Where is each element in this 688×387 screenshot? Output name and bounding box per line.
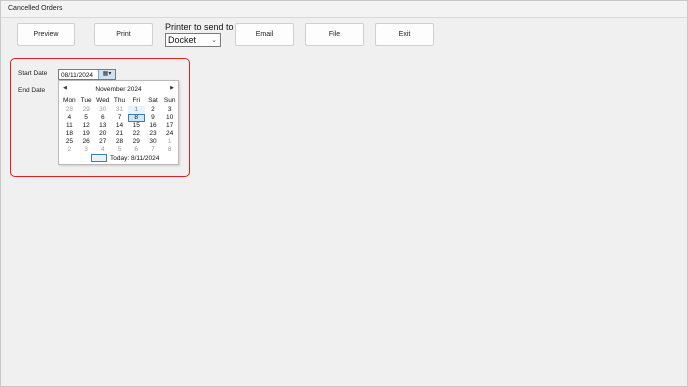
calendar-week: 18 19 20 21 22 23 24 bbox=[61, 130, 178, 138]
calendar-popup: ◀ November 2024 ▶ Mon Tue Wed Thu Fri Sa… bbox=[58, 80, 179, 165]
printer-label: Printer to send to bbox=[165, 22, 234, 32]
calendar-week: 2 3 4 5 6 7 8 bbox=[61, 146, 178, 154]
start-date-picker[interactable]: 08/11/2024 ▦▾ bbox=[58, 69, 116, 80]
calendar-header: ◀ November 2024 ▶ bbox=[59, 85, 178, 94]
end-date-label: End Date bbox=[18, 87, 46, 94]
calendar-day[interactable]: 21 bbox=[111, 130, 128, 138]
calendar-day[interactable]: 16 bbox=[145, 122, 162, 130]
calendar-day[interactable]: 10 bbox=[161, 114, 178, 122]
calendar-day[interactable]: 14 bbox=[111, 122, 128, 130]
title-bar: Cancelled Orders bbox=[1, 1, 687, 18]
printer-selected-value: Docket bbox=[168, 35, 197, 45]
calendar-day[interactable]: 18 bbox=[61, 130, 78, 138]
chevron-down-icon: ⌄ bbox=[211, 37, 217, 44]
calendar-day[interactable]: 1 bbox=[161, 138, 178, 146]
calendar-day[interactable]: 11 bbox=[61, 122, 78, 130]
email-button[interactable]: Email bbox=[235, 23, 294, 46]
calendar-day[interactable]: 3 bbox=[78, 146, 95, 154]
calendar-week: 25 26 27 28 29 30 1 bbox=[61, 138, 178, 146]
preview-button[interactable]: Preview bbox=[17, 23, 75, 46]
calendar-week: 4 5 6 7 8 9 10 bbox=[61, 114, 178, 122]
weekday-label: Sat bbox=[148, 97, 158, 104]
print-button[interactable]: Print bbox=[94, 23, 153, 46]
calendar-day[interactable]: 2 bbox=[145, 106, 162, 114]
weekday-label: Tue bbox=[80, 97, 92, 104]
calendar-day[interactable]: 7 bbox=[111, 114, 128, 122]
calendar-day[interactable]: 7 bbox=[145, 146, 162, 154]
calendar-day[interactable]: 31 bbox=[111, 106, 128, 114]
calendar-day[interactable]: 29 bbox=[128, 138, 145, 146]
calendar-day[interactable]: 1 bbox=[127, 106, 145, 114]
weekday-label: Wed bbox=[96, 97, 110, 104]
calendar-day[interactable]: 3 bbox=[161, 106, 178, 114]
calendar-day[interactable]: 24 bbox=[161, 130, 178, 138]
start-date-label: Start Date bbox=[18, 70, 48, 77]
calendar-day[interactable]: 6 bbox=[94, 114, 111, 122]
app-window: Cancelled Orders Preview Print Printer t… bbox=[0, 0, 688, 387]
calendar-day[interactable]: 25 bbox=[61, 138, 78, 146]
calendar-day[interactable]: 4 bbox=[61, 114, 78, 122]
weekday-label: Sun bbox=[163, 97, 176, 104]
today-marker-icon bbox=[91, 154, 107, 162]
calendar-day[interactable]: 30 bbox=[145, 138, 162, 146]
calendar-day[interactable]: 27 bbox=[94, 138, 111, 146]
calendar-day[interactable]: 2 bbox=[61, 146, 78, 154]
calendar-day[interactable]: 29 bbox=[78, 106, 95, 114]
calendar-week: 28 29 30 31 1 2 3 bbox=[61, 106, 178, 114]
calendar-day[interactable]: 9 bbox=[145, 114, 162, 122]
weekday-label: Fri bbox=[132, 97, 141, 104]
calendar-day[interactable]: 26 bbox=[78, 138, 95, 146]
calendar-day[interactable]: 13 bbox=[94, 122, 111, 130]
calendar-day[interactable]: 12 bbox=[78, 122, 95, 130]
calendar-day[interactable]: 5 bbox=[78, 114, 95, 122]
calendar-month-title: November 2024 bbox=[95, 86, 142, 93]
file-button[interactable]: File bbox=[305, 23, 364, 46]
calendar-day[interactable]: 15 bbox=[128, 122, 145, 130]
calendar-day[interactable]: 8 bbox=[161, 146, 178, 154]
calendar-day[interactable]: 19 bbox=[78, 130, 95, 138]
next-month-icon[interactable]: ▶ bbox=[170, 85, 174, 91]
calendar-day[interactable]: 30 bbox=[94, 106, 111, 114]
calendar-dropdown-icon[interactable]: ▦▾ bbox=[98, 70, 115, 79]
calendar-day[interactable]: 5 bbox=[111, 146, 128, 154]
calendar-day[interactable]: 6 bbox=[128, 146, 145, 154]
calendar-day[interactable]: 20 bbox=[94, 130, 111, 138]
calendar-day[interactable]: 17 bbox=[161, 122, 178, 130]
calendar-day-selected[interactable]: 8 bbox=[127, 114, 145, 122]
today-label: Today: 8/11/2024 bbox=[110, 154, 160, 162]
calendar-day[interactable]: 28 bbox=[61, 106, 78, 114]
window-title: Cancelled Orders bbox=[8, 5, 63, 12]
printer-select[interactable]: Docket ⌄ bbox=[165, 33, 221, 47]
weekday-label: Thu bbox=[113, 97, 126, 104]
calendar-day[interactable]: 23 bbox=[145, 130, 162, 138]
calendar-day[interactable]: 28 bbox=[111, 138, 128, 146]
calendar-week: 11 12 13 14 15 16 17 bbox=[61, 122, 178, 130]
today-link[interactable]: Today: 8/11/2024 bbox=[91, 154, 159, 162]
weekday-header: Mon Tue Wed Thu Fri Sat Sun bbox=[61, 97, 178, 105]
start-date-value: 08/11/2024 bbox=[61, 71, 94, 79]
exit-button[interactable]: Exit bbox=[375, 23, 434, 46]
calendar-day[interactable]: 4 bbox=[94, 146, 111, 154]
weekday-label: Mon bbox=[63, 97, 76, 104]
calendar-day[interactable]: 22 bbox=[128, 130, 145, 138]
